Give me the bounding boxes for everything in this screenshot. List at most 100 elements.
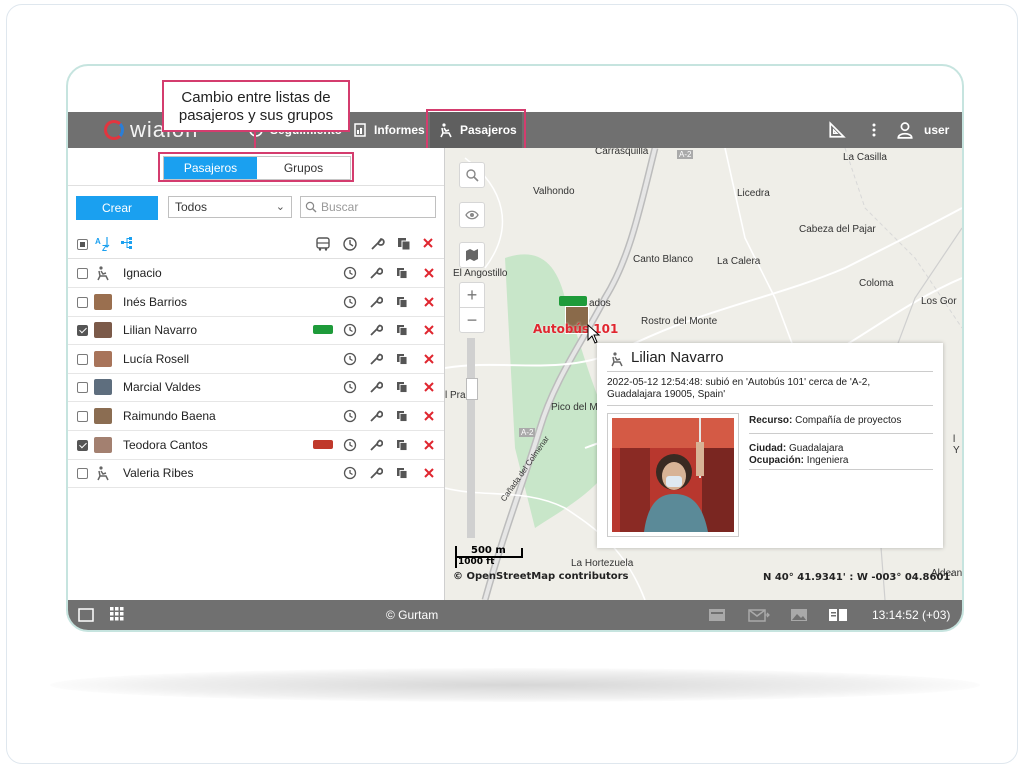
clock-time: 13:14:52 (+03) (872, 608, 951, 622)
row-checkbox[interactable] (77, 382, 88, 394)
gurtam-copyright[interactable]: © Gurtam (386, 608, 438, 622)
history-icon[interactable] (343, 295, 357, 309)
tab-pasajeros[interactable]: Pasajeros (164, 157, 257, 179)
zoom-out-button[interactable]: − (459, 307, 485, 333)
wrench-icon[interactable] (369, 352, 383, 366)
history-icon[interactable] (343, 323, 357, 337)
map-search-button[interactable] (459, 162, 485, 188)
group-tree-icon[interactable] (120, 236, 134, 250)
copy-icon[interactable] (395, 466, 409, 480)
passenger-row[interactable]: Valeria Ribes (68, 459, 444, 489)
avatar (94, 379, 112, 396)
copy-icon[interactable] (395, 323, 409, 337)
cursor-coordinates: N 40° 41.9341' : W -003° 04.8601' (763, 572, 954, 583)
copy-icon[interactable] (395, 380, 409, 394)
map-view[interactable]: Carrasquilla La Casilla Valhondo Licedra… (445, 148, 962, 600)
nav-informes-label: Informes (374, 123, 425, 137)
passenger-name: Lucía Rosell (123, 351, 190, 366)
wrench-icon[interactable] (369, 266, 383, 280)
nav-informes[interactable]: Informes (352, 112, 425, 148)
more-menu-button[interactable] (866, 112, 882, 148)
gallery-icon[interactable] (790, 608, 808, 622)
row-checkbox[interactable] (77, 353, 88, 365)
row-checkbox[interactable] (77, 411, 88, 422)
search-input[interactable]: Buscar (300, 196, 436, 218)
copy-column-icon[interactable] (396, 236, 412, 252)
delete-icon[interactable] (422, 352, 436, 366)
history-icon[interactable] (343, 352, 357, 366)
green-bus-icon[interactable] (559, 296, 587, 306)
apps-grid-icon[interactable] (110, 607, 124, 621)
notifications-icon[interactable] (708, 608, 726, 622)
passenger-row[interactable]: Teodora Cantos (68, 431, 444, 460)
history-icon[interactable] (343, 380, 357, 394)
occupation-label: Ocupación: (749, 455, 805, 466)
city-value: Guadalajara (789, 443, 844, 454)
copy-icon[interactable] (395, 266, 409, 280)
map-visibility-button[interactable] (459, 202, 485, 228)
select-all-checkbox[interactable] (77, 239, 88, 250)
tab-grupos[interactable]: Grupos (257, 157, 350, 179)
row-checkbox[interactable] (77, 439, 88, 451)
passenger-row[interactable]: Lucía Rosell (68, 345, 444, 374)
wrench-icon[interactable] (369, 409, 383, 423)
app-window: wialon Seguimiento Informes Pasajeros us… (66, 64, 964, 632)
copy-icon[interactable] (395, 438, 409, 452)
delete-icon[interactable] (422, 295, 436, 309)
zoom-slider[interactable] (466, 338, 478, 538)
zoom-handle[interactable] (466, 378, 478, 400)
row-checkbox[interactable] (77, 325, 88, 337)
dashboard-icon[interactable] (828, 608, 848, 622)
row-checkbox[interactable] (77, 296, 88, 308)
wrench-icon[interactable] (369, 438, 383, 452)
messages-icon[interactable] (748, 607, 770, 623)
passenger-popup: Lilian Navarro 2022-05-12 12:54:48: subi… (597, 343, 943, 548)
copy-icon[interactable] (395, 295, 409, 309)
wrench-icon[interactable] (369, 323, 383, 337)
delete-icon[interactable] (422, 380, 436, 394)
delete-icon[interactable] (422, 438, 436, 452)
callout-line2: pasajeros y sus grupos (178, 107, 334, 124)
delete-icon[interactable] (422, 266, 436, 280)
passenger-row[interactable]: Marcial Valdes (68, 373, 444, 403)
passenger-row[interactable]: Inés Barrios (68, 288, 444, 317)
history-icon[interactable] (343, 409, 357, 423)
wrench-column-icon[interactable] (369, 236, 385, 252)
map-attribution[interactable]: © OpenStreetMap contributors (453, 571, 629, 582)
history-icon[interactable] (343, 438, 357, 452)
history-icon[interactable] (343, 466, 357, 480)
passenger-row[interactable]: Lilian Navarro (68, 316, 444, 346)
scale-feet: 1000 ft (458, 557, 495, 567)
passenger-row[interactable]: Raimundo Baena (68, 402, 444, 431)
passenger-row[interactable]: Ignacio (68, 259, 444, 288)
delete-icon[interactable] (422, 466, 436, 480)
history-icon[interactable] (343, 266, 357, 280)
create-button[interactable]: Crear (76, 196, 158, 220)
copy-icon[interactable] (395, 352, 409, 366)
delete-all-icon[interactable] (422, 237, 434, 249)
sort-az-icon[interactable]: AZ (94, 235, 112, 253)
map-label: l Pra (445, 390, 466, 401)
bus-column-icon[interactable] (315, 236, 331, 252)
zoom-in-button[interactable]: + (459, 282, 485, 308)
user-menu[interactable]: user (896, 112, 949, 148)
filter-select[interactable]: Todos ⌄ (168, 196, 292, 218)
map-label: Licedra (737, 188, 770, 199)
row-checkbox[interactable] (77, 268, 88, 279)
delete-icon[interactable] (422, 409, 436, 423)
unit-label[interactable]: Autobús 101 (533, 322, 618, 336)
resource-label: Recurso: (749, 415, 793, 426)
panel-toggle-icon[interactable] (78, 608, 94, 622)
passenger-name: Marcial Valdes (123, 380, 201, 395)
list-header: AZ (68, 230, 444, 259)
history-column-icon[interactable] (342, 236, 358, 252)
row-checkbox[interactable] (77, 468, 88, 480)
map-layers-button[interactable] (459, 242, 485, 268)
wrench-icon[interactable] (369, 380, 383, 394)
ruler-button[interactable] (828, 112, 846, 148)
delete-icon[interactable] (422, 323, 436, 337)
divider (607, 405, 933, 406)
copy-icon[interactable] (395, 409, 409, 423)
wrench-icon[interactable] (369, 295, 383, 309)
wrench-icon[interactable] (369, 466, 383, 480)
